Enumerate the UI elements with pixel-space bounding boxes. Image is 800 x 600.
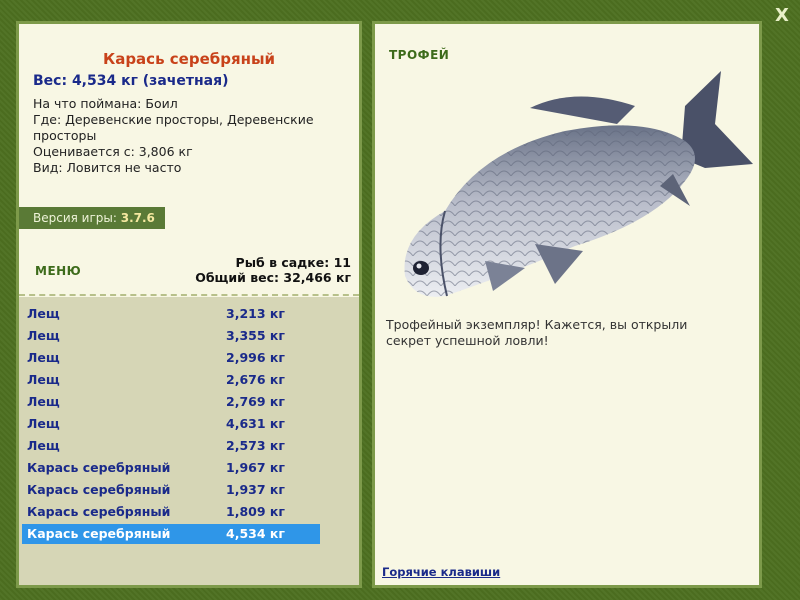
catch-fish-weight: 2,996 кг xyxy=(226,350,285,365)
hotkeys-link[interactable]: Горячие клавиши xyxy=(382,565,500,579)
catch-list-row[interactable]: Лещ 2,769 кг xyxy=(22,392,320,412)
catch-fish-weight: 2,769 кг xyxy=(226,394,285,409)
catch-fish-weight: 2,573 кг xyxy=(226,438,285,453)
close-button[interactable]: X xyxy=(772,6,792,26)
catch-fish-name: Лещ xyxy=(27,372,60,387)
version-label: Версия игры: xyxy=(33,211,121,225)
catch-fish-name: Карась серебряный xyxy=(27,504,171,519)
catch-fish-weight: 3,355 кг xyxy=(226,328,285,343)
kind-text: Вид: Ловится не часто xyxy=(33,160,182,175)
fish-title: Карась серебряный xyxy=(102,50,276,68)
catch-list-row[interactable]: Лещ 2,676 кг xyxy=(22,370,320,390)
fishing-window: X Карась серебряный Вес: 4,534 кг (зачет… xyxy=(0,0,800,600)
version-value: 3.7.6 xyxy=(120,211,155,225)
keep-count: Рыб в садке: 11 xyxy=(235,255,351,270)
catch-list-row[interactable]: Лещ 2,573 кг xyxy=(22,436,320,456)
catch-list-row[interactable]: Карась серебряный 4,534 кг xyxy=(22,524,320,544)
catch-list-row[interactable]: Карась серебряный 1,937 кг xyxy=(22,480,320,500)
catch-list-row[interactable]: Лещ 4,631 кг xyxy=(22,414,320,434)
trophy-panel: ТРОФЕЙ Трофейный экземпляр! Кажется, вы … xyxy=(372,21,762,588)
catch-fish-name: Карась серебряный xyxy=(27,460,171,475)
trophy-fish-image xyxy=(404,71,753,297)
catch-list-row[interactable]: Карась серебряный 1,809 кг xyxy=(22,502,320,522)
catch-fish-weight: 1,937 кг xyxy=(226,482,285,497)
catch-fish-name: Лещ xyxy=(27,394,60,409)
catch-list: Лещ 3,213 кг Лещ 3,355 кг Лещ 2,996 кг Лещ 2,67… xyxy=(19,297,359,585)
catch-list-row[interactable]: Карась серебряный 1,967 кг xyxy=(22,458,320,478)
catch-fish-weight: 1,967 кг xyxy=(226,460,285,475)
catch-fish-name: Карась серебряный xyxy=(27,482,171,497)
catch-fish-weight: 1,809 кг xyxy=(226,504,285,519)
catch-fish-weight: 3,213 кг xyxy=(226,306,285,321)
catch-fish-name: Карась серебряный xyxy=(27,526,171,541)
catch-fish-name: Лещ xyxy=(27,350,60,365)
fish-weight: Вес: 4,534 кг (зачетная) xyxy=(33,73,229,89)
catch-fish-name: Лещ xyxy=(27,328,60,343)
catch-list-row[interactable]: Лещ 3,355 кг xyxy=(22,326,320,346)
trophy-text: Трофейный экземпляр! Кажется, вы открыли… xyxy=(386,317,688,348)
valued-from-text: Оценивается с: 3,806 кг xyxy=(33,144,193,159)
menu-button[interactable]: МЕНЮ xyxy=(35,264,81,278)
catch-fish-weight: 2,676 кг xyxy=(226,372,285,387)
caught-on-text: На что поймана: Боил xyxy=(33,96,178,111)
version-badge: Версия игры: 3.7.6 xyxy=(19,207,165,229)
keep-stats: Рыб в садке: 11 Общий вес: 32,466 кг xyxy=(195,255,351,285)
fish-details: На что поймана: Боил Где: Деревенские пр… xyxy=(33,96,353,176)
catch-list-row[interactable]: Лещ 2,996 кг xyxy=(22,348,320,368)
catch-fish-weight: 4,631 кг xyxy=(226,416,285,431)
catch-fish-weight: 4,534 кг xyxy=(226,526,285,541)
keep-total-weight: Общий вес: 32,466 кг xyxy=(195,270,351,285)
catch-list-row[interactable]: Лещ 3,213 кг xyxy=(22,304,320,324)
trophy-label: ТРОФЕЙ xyxy=(389,48,450,62)
catch-fish-name: Лещ xyxy=(27,416,60,431)
catch-fish-name: Лещ xyxy=(27,306,60,321)
fish-info-panel: Карась серебряный Вес: 4,534 кг (зачетна… xyxy=(16,21,362,588)
location-text: Где: Деревенские просторы, Деревенские п… xyxy=(33,112,314,143)
catch-fish-name: Лещ xyxy=(27,438,60,453)
